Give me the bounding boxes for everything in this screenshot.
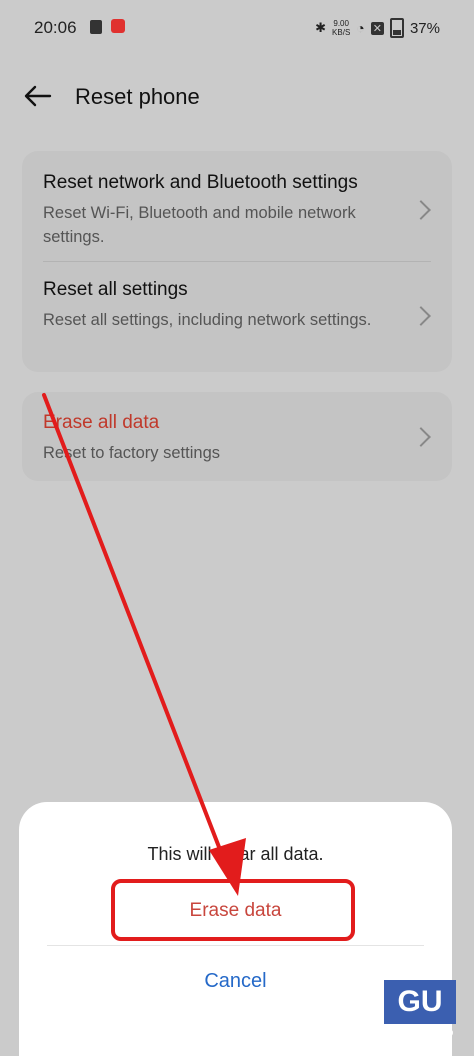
dialog-message: This will clear all data. bbox=[147, 844, 324, 864]
chevron-right-icon bbox=[411, 200, 431, 220]
chevron-right-icon bbox=[411, 427, 431, 447]
page-title: Reset phone bbox=[75, 84, 200, 109]
reset-options-card: Reset network and Bluetooth settings Res… bbox=[22, 151, 452, 372]
watermark-text: GADGETS TO USE bbox=[385, 1028, 455, 1048]
status-time: 20:06 bbox=[34, 18, 77, 37]
status-bar: 20:06 ✱ 9.00 KB/S ◔ ✕ 37% bbox=[0, 0, 474, 56]
app-notification-icon bbox=[111, 19, 125, 33]
bluetooth-icon: ✱ bbox=[315, 20, 327, 35]
gadgets-to-use-watermark: GU GADGETS TO USE bbox=[380, 980, 460, 1048]
reset-all-settings-title: Reset all settings bbox=[43, 279, 188, 300]
battery-percent: 37% bbox=[409, 19, 440, 37]
erase-data-card[interactable]: Erase all data Reset to factory settings bbox=[22, 392, 452, 481]
wifi-icon: ◔ bbox=[356, 20, 365, 36]
sim-off-icon: ✕ bbox=[370, 21, 384, 35]
watermark-logo: GU bbox=[384, 980, 456, 1024]
reset-network-subtitle: Reset Wi-Fi, Bluetooth and mobile networ… bbox=[43, 204, 356, 246]
chevron-right-icon bbox=[411, 306, 431, 326]
battery-icon bbox=[389, 18, 404, 38]
erase-all-data-subtitle: Reset to factory settings bbox=[43, 444, 220, 462]
back-arrow-icon[interactable] bbox=[22, 80, 54, 112]
reset-network-title: Reset network and Bluetooth settings bbox=[43, 172, 358, 193]
reset-network-item[interactable]: Reset network and Bluetooth settings Res… bbox=[43, 171, 406, 249]
erase-all-data-title: Erase all data bbox=[43, 412, 160, 433]
annotation-highlight-box bbox=[111, 879, 355, 941]
reset-all-settings-subtitle: Reset all settings, including network se… bbox=[43, 311, 372, 329]
status-right: ✱ 9.00 KB/S ◔ ✕ 37% bbox=[315, 18, 440, 38]
erase-all-data-item[interactable]: Erase all data Reset to factory settings bbox=[43, 411, 406, 465]
notification-icon bbox=[90, 20, 102, 34]
dialog-divider bbox=[47, 945, 424, 946]
network-speed: 9.00 KB/S bbox=[332, 19, 351, 37]
divider bbox=[43, 261, 431, 262]
reset-all-settings-item[interactable]: Reset all settings Reset all settings, i… bbox=[43, 278, 406, 332]
screen: 20:06 ✱ 9.00 KB/S ◔ ✕ 37% Reset phone Re… bbox=[0, 0, 474, 1056]
